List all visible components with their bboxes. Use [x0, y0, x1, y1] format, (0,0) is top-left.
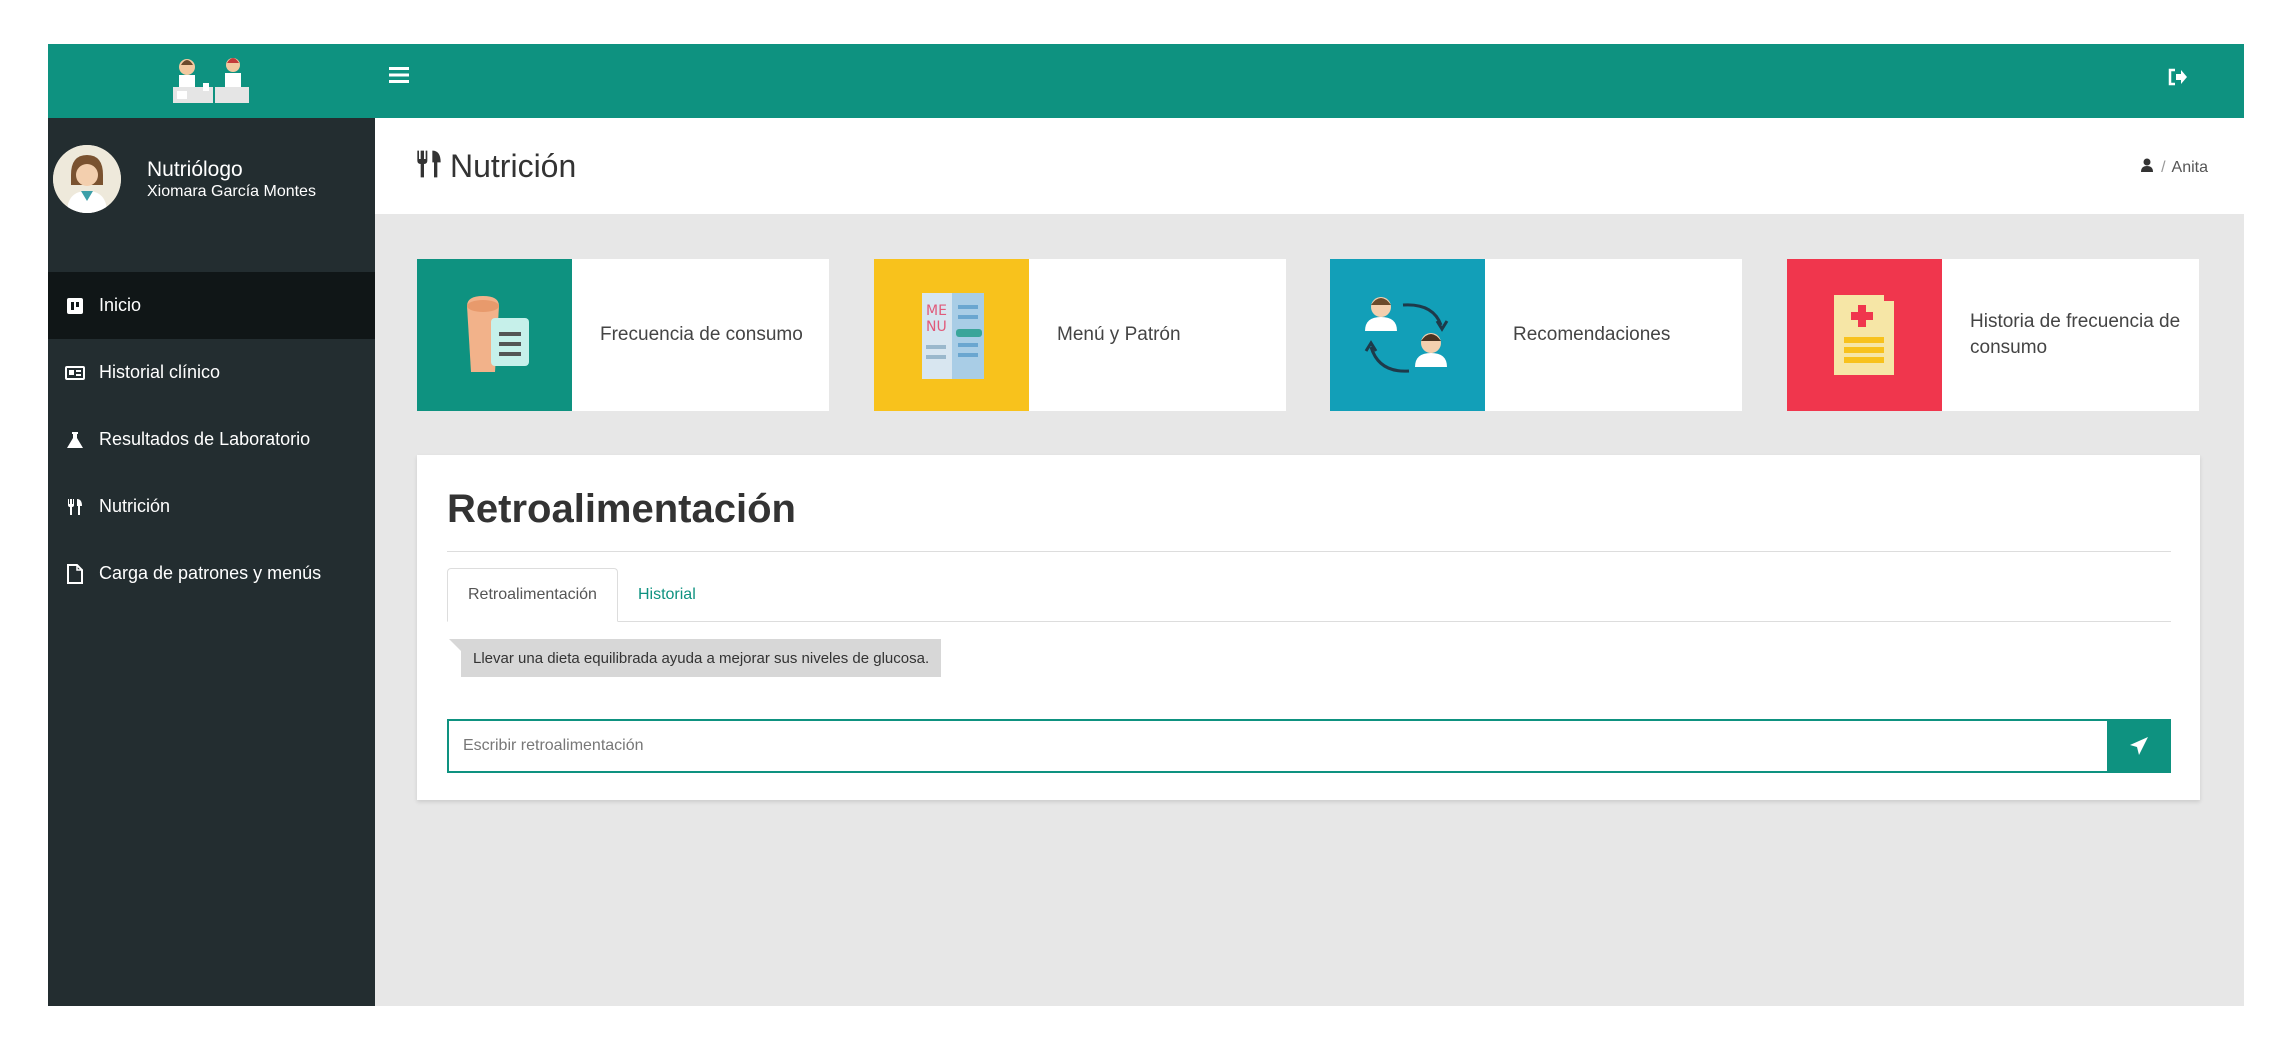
clinic-logo-icon	[172, 58, 249, 103]
card-historia-frecuencia-consumo[interactable]: Historia de frecuencia de consumo	[1787, 259, 2199, 411]
card-menu-patron[interactable]: ME NU Menú y Patrón	[874, 259, 1286, 411]
id-card-icon	[65, 363, 85, 383]
app-window: Nutriólogo Xiomara García Montes Inicio …	[48, 44, 2244, 1006]
user-role: Nutriólogo	[147, 157, 243, 181]
user-icon	[2141, 158, 2154, 177]
sidebar-item-label: Nutrición	[99, 496, 171, 516]
card-label: Menú y Patrón	[1057, 324, 1181, 346]
feedback-panel: Retroalimentación Retroalimentación Hist…	[417, 455, 2200, 800]
sidebar-item-inicio[interactable]: Inicio	[48, 272, 375, 339]
dashboard-icon	[65, 296, 85, 316]
page-header: Nutrición / Anita	[375, 118, 2244, 214]
paper-plane-icon	[2130, 737, 2148, 755]
file-icon	[65, 563, 85, 584]
logo[interactable]	[48, 44, 375, 118]
flask-icon	[65, 430, 85, 450]
card-frecuencia-consumo[interactable]: Frecuencia de consumo	[417, 259, 829, 411]
divider	[447, 551, 2171, 552]
menu-icon: ME NU	[874, 259, 1029, 411]
sidebar-item-nutricion[interactable]: Nutrición	[48, 473, 375, 540]
history-icon	[1787, 259, 1942, 411]
logout-icon[interactable]	[2168, 68, 2190, 88]
feedback-message: Llevar una dieta equilibrada ayuda a mej…	[448, 639, 942, 677]
cutlery-icon	[65, 497, 85, 517]
sidebar-item-label: Inicio	[99, 295, 142, 315]
card-label: Recomendaciones	[1513, 324, 1671, 346]
food-frequency-icon	[417, 259, 572, 411]
sidebar-item-historial-clinico[interactable]: Historial clínico	[48, 339, 375, 406]
top-navbar	[375, 44, 2244, 118]
breadcrumb-user[interactable]: Anita	[2172, 159, 2208, 177]
breadcrumb: / Anita	[2141, 158, 2208, 177]
tab-retroalimentacion[interactable]: Retroalimentación	[447, 568, 618, 622]
svg-text:ME: ME	[926, 303, 947, 319]
tab-historial[interactable]: Historial	[618, 568, 716, 622]
breadcrumb-separator: /	[2161, 158, 2166, 176]
feedback-title: Retroalimentación	[447, 487, 796, 531]
svg-text:NU: NU	[926, 319, 947, 335]
sidebar: Nutriólogo Xiomara García Montes Inicio …	[48, 44, 375, 1006]
recommendations-icon	[1330, 259, 1485, 411]
feedback-input[interactable]	[447, 719, 2107, 773]
sidebar-item-label: Resultados de Laboratorio	[99, 429, 311, 449]
user-name: Xiomara García Montes	[147, 182, 316, 200]
feedback-tabs: Retroalimentación Historial	[447, 568, 2171, 622]
card-label: Historia de frecuencia de consumo	[1970, 311, 2181, 358]
sidebar-nav: Inicio Historial clínico Resultados de L…	[48, 272, 375, 607]
sidebar-item-label: Historial clínico	[99, 362, 221, 382]
user-panel: Nutriólogo Xiomara García Montes	[48, 118, 375, 240]
card-recomendaciones[interactable]: Recomendaciones	[1330, 259, 1742, 411]
sidebar-item-label: Carga de patrones y menús	[99, 563, 322, 583]
page-title: Nutrición	[450, 148, 577, 184]
sidebar-item-carga-patrones-menus[interactable]: Carga de patrones y menús	[48, 540, 375, 607]
cutlery-icon	[414, 149, 444, 184]
card-label: Frecuencia de consumo	[600, 324, 803, 346]
avatar	[53, 145, 121, 213]
sidebar-item-resultados-laboratorio[interactable]: Resultados de Laboratorio	[48, 406, 375, 473]
send-button[interactable]	[2107, 719, 2171, 773]
hamburger-menu-icon[interactable]	[389, 66, 415, 88]
